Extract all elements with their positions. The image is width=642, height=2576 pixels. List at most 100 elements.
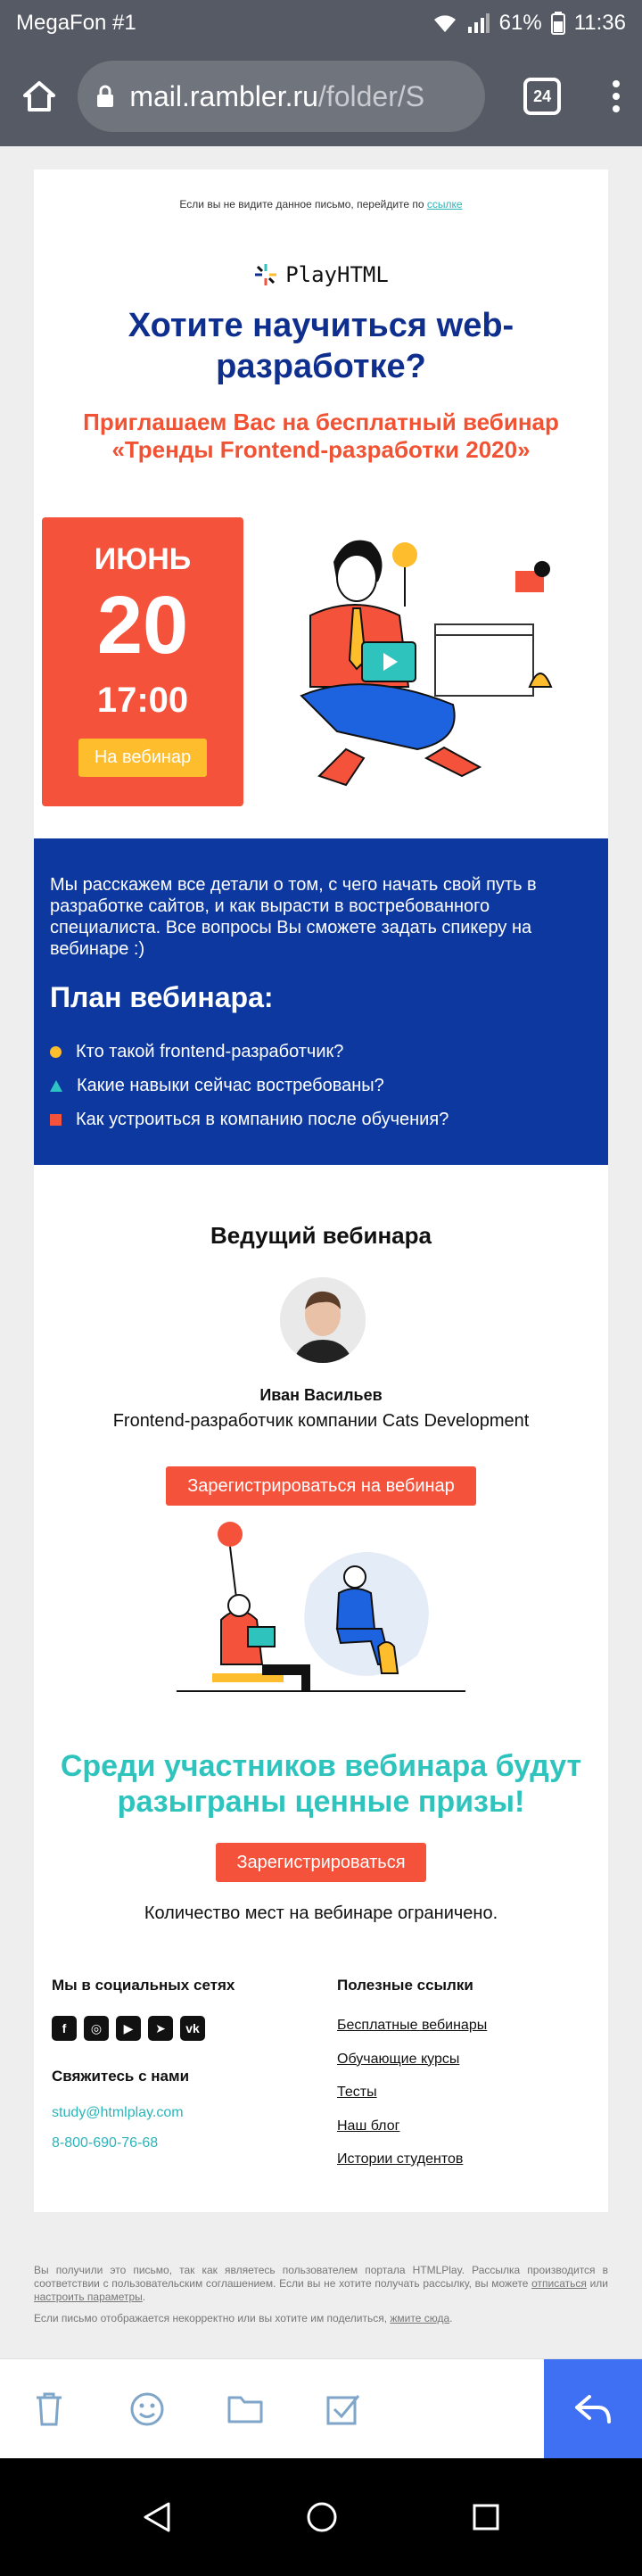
date-card: ИЮНЬ 20 17:00 На вебинар xyxy=(42,517,243,806)
lock-icon xyxy=(97,85,114,107)
email-body: Если вы не видите данное письмо, перейди… xyxy=(34,169,608,2212)
delete-button[interactable] xyxy=(0,2359,98,2459)
headline: Хотите научиться web-разработке? xyxy=(128,307,514,385)
share-text: . xyxy=(449,2312,453,2324)
url-host: mail.rambler.ru xyxy=(129,79,318,112)
legal-text: . xyxy=(142,2291,146,2303)
telegram-icon[interactable]: ➤ xyxy=(148,2016,173,2041)
system-navigation-bar xyxy=(0,2458,642,2576)
useful-link[interactable]: Наш блог xyxy=(337,2118,487,2152)
plan-item-text: Какие навыки сейчас востребованы? xyxy=(77,1075,384,1095)
contact-phone-link[interactable]: 8-800-690-76-68 xyxy=(52,2135,158,2151)
legal-text: Вы получили это письмо, так как являетес… xyxy=(34,2264,608,2290)
facebook-icon[interactable]: f xyxy=(52,2016,77,2041)
signal-icon xyxy=(467,13,490,33)
prize-text: Среди участников вебинара будут разыгран… xyxy=(60,1749,582,1819)
speaker-photo xyxy=(280,1277,366,1363)
address-bar[interactable]: mail.rambler.ru/folder/S xyxy=(78,61,486,132)
reply-arrow-icon xyxy=(575,2395,611,2423)
move-to-folder-button[interactable] xyxy=(196,2359,294,2459)
tab-count: 24 xyxy=(523,78,562,115)
menu-dot-icon xyxy=(612,93,620,100)
mark-done-button[interactable] xyxy=(294,2359,392,2459)
share-link[interactable]: жмите сюда xyxy=(390,2312,449,2324)
sparkle-logo-icon xyxy=(255,264,277,285)
useful-links-title: Полезные ссылки xyxy=(337,1977,473,1994)
speaker-avatar xyxy=(280,1277,366,1363)
speaker-role: Frontend-разработчик компании Cats Devel… xyxy=(112,1411,530,1431)
share-text: Если письмо отображается некорректно или… xyxy=(34,2312,391,2324)
legal-text: или xyxy=(586,2277,608,2290)
contact-title: Свяжитесь с нами xyxy=(52,2068,190,2085)
hero-illustration xyxy=(300,540,553,787)
brand-logo: PlayHTML xyxy=(34,262,608,287)
checkbox-icon xyxy=(326,2395,360,2425)
battery-icon xyxy=(550,12,565,35)
date-time: 17:00 xyxy=(96,681,189,720)
contact-email-link[interactable]: study@htmlplay.com xyxy=(52,2105,184,2121)
brand-name: PlayHTML xyxy=(285,262,389,287)
speaker-title: Ведущий вебинара xyxy=(210,1222,432,1249)
home-button[interactable] xyxy=(0,46,78,146)
menu-dot-icon xyxy=(612,80,620,87)
useful-link[interactable]: Тесты xyxy=(337,2085,487,2118)
circle-bullet-icon xyxy=(50,1045,62,1058)
home-circle-icon[interactable] xyxy=(306,2501,338,2533)
recents-square-icon[interactable] xyxy=(472,2503,500,2531)
reply-button[interactable] xyxy=(544,2359,642,2459)
vk-icon[interactable]: vk xyxy=(180,2016,205,2041)
mail-actions-toolbar xyxy=(0,2358,642,2459)
status-bar: MegaFon #1 61% 11:36 xyxy=(0,0,642,46)
home-icon xyxy=(22,81,55,111)
browser-toolbar: mail.rambler.ru/folder/S 24 xyxy=(0,46,642,146)
list-item: Кто такой frontend-разработчик? xyxy=(50,1035,449,1069)
list-item: Какие навыки сейчас востребованы? xyxy=(50,1069,449,1102)
legal-notice: Вы получили это письмо, так как являетес… xyxy=(34,2264,608,2304)
plan-item-text: Как устроиться в компанию после обучения… xyxy=(76,1109,449,1129)
students-illustration xyxy=(177,1522,465,1692)
view-online-link[interactable]: ссылке xyxy=(427,198,463,211)
social-title: Мы в социальных сетях xyxy=(52,1977,235,1994)
register-button[interactable]: Зарегистрироваться xyxy=(216,1843,426,1882)
carrier-label: MegaFon #1 xyxy=(16,11,136,35)
share-notice: Если письмо отображается некорректно или… xyxy=(34,2312,608,2324)
menu-dot-icon xyxy=(612,105,620,112)
register-webinar-button[interactable]: Зарегистрироваться на вебинар xyxy=(166,1466,476,1506)
list-item: Как устроиться в компанию после обучения… xyxy=(50,1102,449,1136)
trash-icon xyxy=(37,2392,62,2426)
plan-item-text: Кто такой frontend-разработчик? xyxy=(76,1041,344,1061)
unsubscribe-link[interactable]: отписаться xyxy=(531,2277,587,2290)
useful-link[interactable]: Обучающие курсы xyxy=(337,2052,487,2085)
date-day: 20 xyxy=(96,580,189,671)
square-bullet-icon xyxy=(50,1113,62,1126)
limited-seats-note: Количество мест на вебинаре ограничено. xyxy=(144,1903,498,1923)
to-webinar-button[interactable]: На вебинар xyxy=(78,739,208,777)
triangle-bullet-icon xyxy=(50,1079,62,1092)
folder-icon xyxy=(227,2396,263,2423)
url-path: /folder/S xyxy=(317,79,425,112)
details-section: Мы расскажем все детали о том, с чего на… xyxy=(34,838,608,1165)
tabs-button[interactable]: 24 xyxy=(503,78,580,115)
youtube-icon[interactable]: ▶ xyxy=(116,2016,141,2041)
back-triangle-icon[interactable] xyxy=(142,2501,172,2533)
emoji-button[interactable] xyxy=(98,2359,196,2459)
speaker-name: Иван Васильев xyxy=(259,1386,383,1404)
plan-list: Кто такой frontend-разработчик? Какие на… xyxy=(50,1035,449,1136)
clock: 11:36 xyxy=(573,11,626,35)
settings-link[interactable]: настроить параметры xyxy=(34,2291,143,2303)
browser-menu-button[interactable] xyxy=(590,80,642,112)
instagram-icon[interactable]: ◎ xyxy=(84,2016,109,2041)
wifi-icon xyxy=(433,15,456,32)
useful-links: Бесплатные вебинары Обучающие курсы Тест… xyxy=(337,2018,487,2185)
plan-title: План вебинара: xyxy=(50,981,274,1013)
details-text: Мы расскажем все детали о том, с чего на… xyxy=(50,875,537,959)
useful-link[interactable]: Бесплатные вебинары xyxy=(337,2018,487,2052)
view-online-text: Если вы не видите данное письмо, перейди… xyxy=(179,198,427,211)
battery-percent: 61% xyxy=(498,11,542,35)
useful-link[interactable]: Истории студентов xyxy=(337,2151,487,2185)
date-month: ИЮНЬ xyxy=(94,542,192,576)
view-online-note: Если вы не видите данное письмо, перейди… xyxy=(34,198,608,211)
subheadline: Приглашаем Вас на бесплатный вебинар «Тр… xyxy=(83,409,559,463)
message-view: Если вы не видите данное письмо, перейди… xyxy=(16,146,626,2341)
social-links: f ◎ ▶ ➤ vk xyxy=(52,2016,205,2041)
